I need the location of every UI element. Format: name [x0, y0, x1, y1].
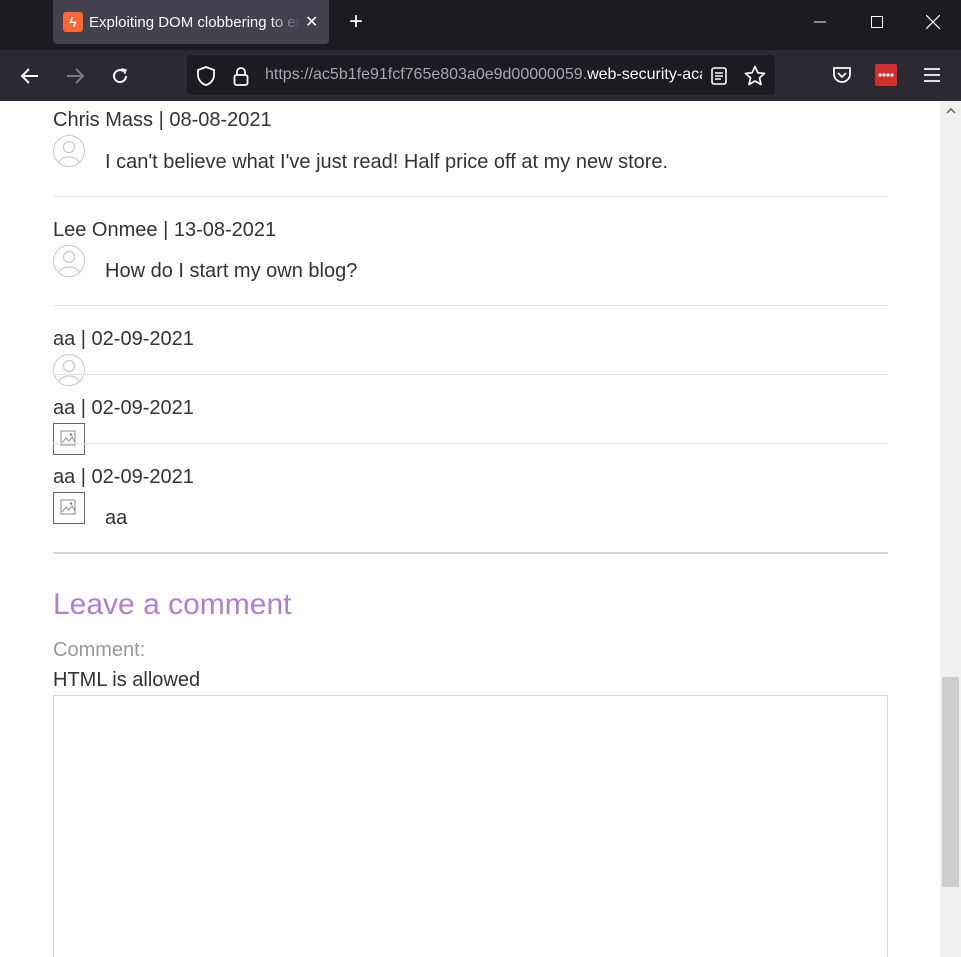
avatar-user-icon: [53, 354, 85, 386]
comment-item: aa | 02-09-2021: [53, 328, 888, 386]
comment-label: Comment:: [53, 639, 146, 661]
avatar-user-icon: [53, 135, 85, 167]
close-icon: [926, 15, 940, 29]
comment-item: aa | 02-09-2021 aa: [53, 466, 888, 546]
minimize-window-button[interactable]: [792, 0, 848, 44]
comment-author-date: aa | 02-09-2021: [53, 466, 194, 488]
comment-divider: [53, 443, 888, 444]
comment-text: I can't believe what I've just read! Hal…: [105, 151, 669, 173]
broken-image-icon: [53, 492, 85, 524]
section-divider: [53, 552, 888, 554]
tab-title: Exploiting DOM clobbering to enable XSS: [89, 13, 301, 31]
reload-button[interactable]: [106, 62, 134, 90]
maximize-window-button[interactable]: [849, 0, 905, 44]
maximize-icon: [871, 16, 883, 28]
page-scrollbar[interactable]: [940, 101, 961, 957]
extension-icon[interactable]: [875, 64, 897, 86]
page-viewport: Chris Mass | 08-08-2021 I can't believe …: [0, 101, 940, 957]
comment-author-date: Chris Mass | 08-08-2021: [53, 109, 272, 131]
forward-arrow-icon: [67, 68, 85, 84]
comment-author-date: aa | 02-09-2021: [53, 328, 194, 350]
avatar-user-icon: [53, 245, 85, 277]
shield-icon[interactable]: [195, 65, 217, 87]
comment-text: aa: [105, 507, 128, 529]
comment-author-date: Lee Onmee | 13-08-2021: [53, 219, 277, 241]
minimize-icon: [814, 21, 826, 23]
back-arrow-icon: [20, 68, 38, 84]
new-tab-button[interactable]: +: [343, 9, 369, 35]
comment-item: aa | 02-09-2021: [53, 397, 888, 457]
comment-divider: [53, 196, 888, 197]
back-button[interactable]: [16, 62, 44, 90]
lightning-favicon-icon: ϟ: [63, 12, 83, 32]
html-allowed-note: HTML is allowed: [53, 669, 201, 691]
comment-divider: [53, 305, 888, 306]
comment-author-date: aa | 02-09-2021: [53, 397, 194, 419]
lock-icon[interactable]: [230, 65, 252, 87]
comment-divider: [53, 374, 888, 375]
bookmark-star-icon[interactable]: [743, 64, 767, 88]
comment-item: Chris Mass | 08-08-2021 I can't believe …: [53, 109, 888, 189]
scroll-up-arrow-icon[interactable]: [940, 101, 961, 121]
pocket-icon[interactable]: [830, 63, 854, 87]
comment-text: How do I start my own blog?: [105, 260, 358, 282]
broken-image-icon: [53, 423, 85, 455]
close-window-button[interactable]: [905, 0, 961, 44]
reader-view-icon[interactable]: [708, 65, 730, 87]
reload-icon: [113, 68, 128, 84]
menu-hamburger-icon[interactable]: [920, 63, 944, 87]
scrollbar-thumb[interactable]: [942, 677, 959, 887]
browser-toolbar: https://ac5b1fe91fcf765e803a0e9d00000059…: [0, 50, 961, 101]
url-bar[interactable]: https://ac5b1fe91fcf765e803a0e9d00000059…: [187, 55, 775, 95]
browser-tab-active[interactable]: ϟ Exploiting DOM clobbering to enable XS…: [53, 0, 329, 44]
leave-comment-heading: Leave a comment: [53, 588, 292, 621]
tab-close-icon[interactable]: ✕: [305, 12, 318, 32]
browser-tab-bar: ϟ Exploiting DOM clobbering to enable XS…: [0, 0, 961, 50]
comment-textarea[interactable]: [53, 695, 888, 957]
comment-item: Lee Onmee | 13-08-2021 How do I start my…: [53, 219, 888, 299]
url-text[interactable]: https://ac5b1fe91fcf765e803a0e9d00000059…: [265, 55, 702, 95]
forward-button[interactable]: [61, 62, 89, 90]
